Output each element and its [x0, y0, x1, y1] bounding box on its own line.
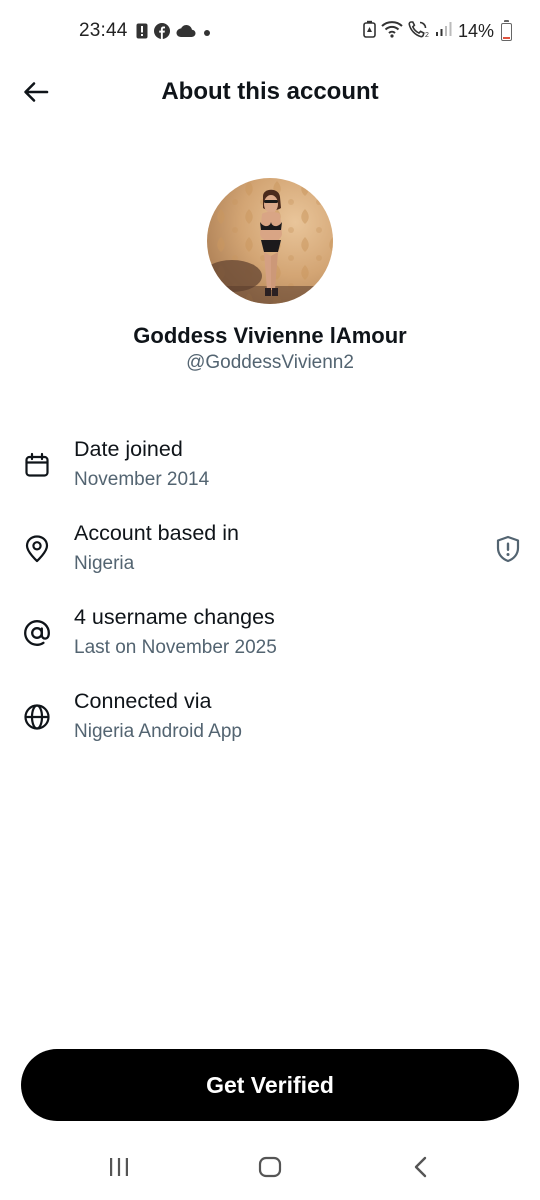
info-item-date-joined: Date joined November 2014: [0, 432, 540, 502]
status-right-icons: 2 14%: [363, 19, 512, 43]
status-bar: 23:44 2 14%: [0, 0, 540, 64]
cloud-icon: [176, 24, 196, 43]
info-value: Nigeria: [74, 553, 135, 574]
nav-back-button[interactable]: [401, 1152, 441, 1186]
display-name: Goddess Vivienne lAmour: [133, 323, 407, 348]
back-icon: [413, 1156, 429, 1183]
info-item-username-changes: 4 username changes Last on November 2025: [0, 600, 540, 670]
facebook-icon: [154, 23, 170, 44]
nav-bar: [0, 1140, 540, 1200]
battery-icon: [501, 19, 512, 41]
info-label: 4 username changes: [74, 605, 275, 629]
info-label: Date joined: [74, 437, 183, 461]
location-pin-icon: [22, 534, 52, 564]
info-value: Nigeria Android App: [74, 721, 242, 742]
dot-icon: [202, 25, 212, 43]
info-label: Connected via: [74, 689, 212, 713]
battery-percent: 14%: [457, 21, 494, 41]
battery-saver-icon: [363, 20, 376, 43]
recents-icon: [108, 1157, 130, 1182]
home-icon: [258, 1156, 282, 1183]
wifi-icon: [381, 20, 403, 43]
battery-level: [503, 36, 510, 39]
svg-text:2: 2: [425, 32, 429, 38]
get-verified-button[interactable]: Get Verified: [21, 1049, 519, 1121]
handle: @GoddessVivienn2: [186, 352, 354, 373]
alert-icon: [136, 23, 148, 44]
info-item-account-based-in: Account based in Nigeria: [0, 516, 540, 586]
wifi-calling-icon: 2: [408, 20, 430, 43]
info-value: November 2014: [74, 469, 210, 490]
calendar-icon: [22, 450, 52, 480]
signal-icon: [435, 21, 453, 42]
header: About this account: [0, 64, 540, 122]
info-value: Last on November 2025: [74, 637, 277, 658]
status-time: 23:44: [79, 20, 128, 41]
avatar[interactable]: [207, 178, 333, 304]
globe-icon: [22, 702, 52, 732]
recents-button[interactable]: [99, 1152, 139, 1186]
home-button[interactable]: [250, 1152, 290, 1186]
info-label: Account based in: [74, 521, 239, 545]
at-sign-icon: [22, 618, 52, 648]
page-title: About this account: [161, 78, 379, 105]
info-item-connected-via: Connected via Nigeria Android App: [0, 684, 540, 754]
status-left-icons: [136, 23, 212, 44]
shield-alert-icon[interactable]: [494, 534, 522, 564]
avatar-image: [207, 178, 333, 304]
